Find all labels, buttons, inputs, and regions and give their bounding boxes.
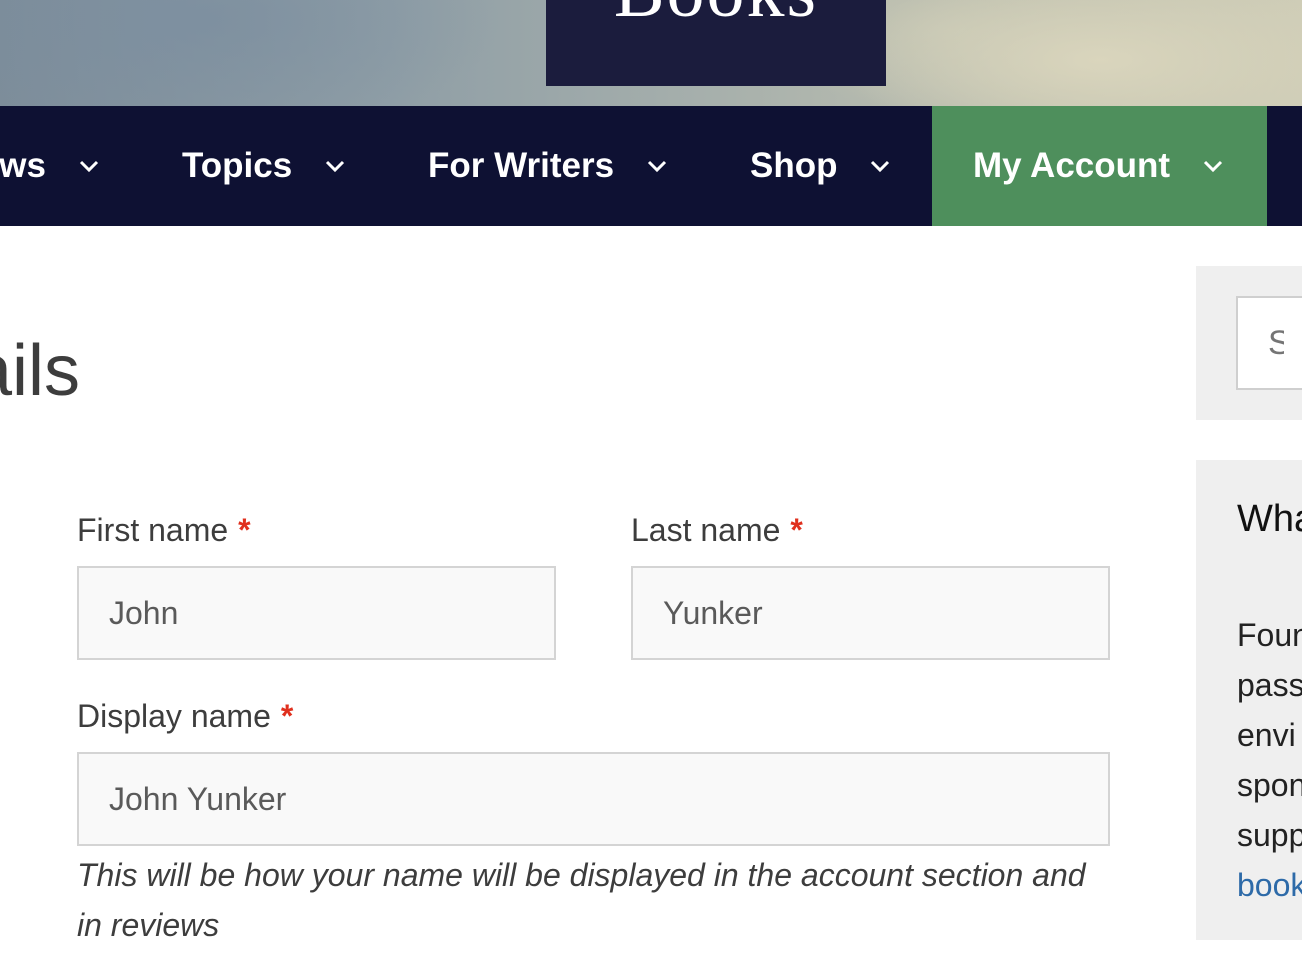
required-mark: *: [790, 512, 803, 548]
nav-item-label: My Account: [973, 146, 1171, 185]
widget-title: What: [1237, 498, 1302, 540]
nav-item-news[interactable]: News: [0, 106, 102, 226]
widget-line: supp: [1237, 817, 1302, 853]
display-name-help: This will be how your name will be displ…: [77, 857, 1086, 943]
nav-item-my-account[interactable]: My Account: [932, 106, 1267, 226]
chevron-down-icon: [1203, 160, 1223, 173]
widget-body: Foun pass envi spon supp book: [1237, 610, 1302, 910]
chevron-down-icon: [326, 160, 345, 173]
chevron-down-icon: [79, 160, 99, 173]
first-name-field[interactable]: [77, 566, 556, 660]
chevron-down-icon: [871, 160, 890, 173]
last-name-field[interactable]: [631, 566, 1110, 660]
page-title: Account details: [0, 331, 80, 411]
search-input[interactable]: [1236, 296, 1302, 390]
sidebar-search-widget: [1196, 266, 1302, 420]
site-logo[interactable]: Books: [546, 0, 886, 86]
nav-item-label: Shop: [750, 146, 838, 185]
widget-line: envi: [1237, 717, 1296, 753]
display-name-label: Display name *: [77, 698, 294, 734]
widget-line: spon: [1237, 767, 1302, 803]
widget-line: pass: [1237, 667, 1302, 703]
widget-link[interactable]: book: [1237, 867, 1302, 903]
last-name-label: Last name *: [631, 512, 803, 548]
nav-item-label: News: [0, 146, 46, 185]
nav-item-label: Topics: [182, 146, 293, 185]
required-mark: *: [238, 512, 251, 548]
hero-banner: Books: [0, 0, 1302, 106]
first-name-label: First name *: [77, 512, 251, 548]
nav-item-shop[interactable]: Shop: [750, 106, 893, 226]
chevron-down-icon: [648, 160, 667, 173]
nav-item-label: For Writers: [428, 146, 615, 185]
widget-line: Foun: [1237, 617, 1302, 653]
display-name-field[interactable]: [77, 752, 1110, 846]
main-nav: News Topics For Writers Shop My Account: [0, 106, 1302, 226]
nav-item-topics[interactable]: Topics: [182, 106, 348, 226]
required-mark: *: [280, 698, 294, 734]
nav-item-for-writers[interactable]: For Writers: [428, 106, 670, 226]
sidebar-text-widget: What Foun pass envi spon supp book: [1196, 460, 1302, 940]
site-logo-text: Books: [546, 0, 886, 35]
